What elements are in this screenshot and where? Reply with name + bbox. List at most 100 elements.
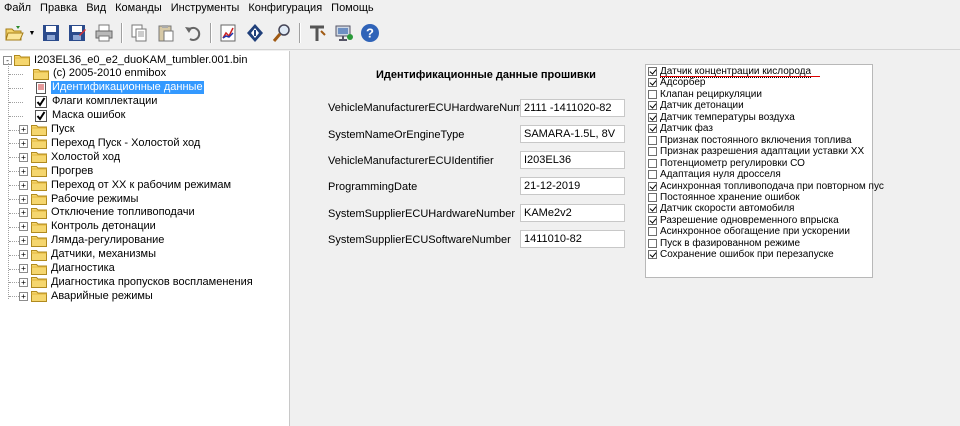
flag-item[interactable]: Потенциометр регулировки СО [648, 158, 805, 169]
menu-view[interactable]: Вид [82, 0, 111, 16]
checkbox[interactable] [648, 215, 657, 225]
flag-item[interactable]: Адаптация нуля дросселя [648, 169, 781, 180]
help-icon[interactable]: ? [359, 22, 381, 44]
checkbox[interactable] [648, 135, 657, 145]
checkbox[interactable] [648, 89, 657, 99]
save-icon[interactable] [40, 22, 62, 44]
tree-item[interactable]: + Диагностика [19, 262, 116, 276]
flag-item[interactable]: Признак постоянного включения топлива [648, 135, 852, 146]
field-value[interactable]: SAMARA-1.5L, 8V [520, 125, 625, 143]
save-as-icon[interactable] [66, 22, 88, 44]
tree-item[interactable]: + Пуск [19, 123, 76, 137]
flag-item[interactable]: Постоянное хранение ошибок [648, 192, 800, 203]
tree-item[interactable]: Флаги комплектации [35, 95, 158, 109]
tree-item[interactable]: + Холостой ход [19, 150, 121, 164]
expand-icon[interactable]: + [19, 166, 28, 176]
tree-item[interactable]: + Датчики, механизмы [19, 248, 157, 262]
tree-item[interactable]: + Переход Пуск - Холостой ход [19, 136, 201, 150]
flag-label: Адсорбер [660, 77, 706, 89]
checkbox[interactable] [648, 67, 657, 76]
open-icon[interactable] [3, 22, 25, 44]
tree-item[interactable]: + Рабочие режимы [19, 192, 139, 206]
paste-icon[interactable] [155, 22, 177, 44]
checkbox[interactable] [648, 124, 657, 134]
tree-item[interactable]: + Аварийные режимы [19, 289, 154, 303]
tree-item[interactable]: + Диагностика пропусков воспламенения [19, 275, 254, 289]
menu-commands[interactable]: Команды [111, 0, 167, 16]
tree-item[interactable]: + Прогрев [19, 164, 94, 178]
tree-item[interactable]: Идентификационные данные [35, 81, 204, 95]
flag-item[interactable]: Разрешение одновременного впрыска [648, 215, 839, 226]
field-value[interactable]: KAMe2v2 [520, 204, 625, 222]
checkbox[interactable] [648, 170, 657, 180]
flag-item[interactable]: Признак разрешения адаптации уставки ХХ [648, 146, 864, 157]
checkbox[interactable] [648, 238, 657, 248]
flag-item[interactable]: Адсорбер [648, 77, 705, 88]
undo-icon[interactable] [182, 22, 204, 44]
expand-icon[interactable]: + [19, 264, 28, 273]
tree-item[interactable]: Маска ошибок [35, 109, 126, 123]
tools-icon[interactable] [306, 22, 328, 44]
expand-icon[interactable]: + [19, 125, 28, 134]
flag-item[interactable]: Сохранение ошибок при перезапуске [648, 249, 834, 260]
flag-item[interactable]: Датчик концентрации кислорода [648, 66, 812, 78]
field-value[interactable]: 21-12-2019 [520, 177, 625, 195]
chart-icon[interactable] [217, 22, 239, 44]
flag-item[interactable]: Клапан рециркуляции [648, 89, 762, 100]
checkbox[interactable] [648, 192, 657, 202]
menu-tools[interactable]: Инструменты [167, 0, 245, 16]
flag-item[interactable]: Пуск в фазированном режиме [648, 238, 800, 249]
menu-configuration[interactable]: Конфигурация [244, 0, 327, 16]
diamond-icon[interactable] [244, 22, 266, 44]
tree-item[interactable]: + Переход от ХХ к рабочим режимам [19, 178, 232, 192]
flag-item[interactable]: Датчик фаз [648, 123, 713, 134]
checkbox[interactable] [648, 78, 657, 88]
folder-icon [31, 138, 47, 150]
expand-icon[interactable]: + [19, 236, 28, 246]
expand-icon[interactable]: + [19, 250, 28, 260]
expand-icon[interactable]: + [19, 194, 28, 204]
checkbox[interactable] [648, 250, 657, 260]
expand-icon[interactable]: + [19, 208, 28, 218]
checkbox[interactable] [648, 101, 657, 111]
menu-edit[interactable]: Правка [36, 0, 82, 16]
checkbox[interactable] [648, 158, 657, 168]
checkbox[interactable] [648, 112, 657, 122]
connect-icon[interactable] [333, 22, 355, 44]
checkbox[interactable] [648, 147, 657, 157]
menu-help[interactable]: Помощь [327, 0, 379, 16]
expand-icon[interactable]: + [19, 277, 28, 287]
flag-item[interactable]: Асинхронное обогащение при ускорении [648, 226, 850, 237]
checkbox[interactable] [648, 204, 657, 214]
expand-icon[interactable]: + [19, 291, 28, 301]
flag-label: Датчик детонации [660, 100, 744, 112]
copy-icon[interactable] [128, 22, 150, 44]
tree-item[interactable]: + Лямда-регулирование [19, 234, 165, 248]
flag-item[interactable]: Датчик детонации [648, 100, 744, 111]
tree-guide-line [9, 87, 23, 89]
folder-icon [31, 166, 47, 178]
flag-item[interactable]: Датчик температуры воздуха [648, 112, 795, 123]
tree-root[interactable]: - I203EL36_e0_e2_duoKAM_tumbler.001.bin [3, 53, 248, 67]
tree-item[interactable]: + Контроль детонации [19, 220, 157, 234]
field-value[interactable]: I203EL36 [520, 151, 625, 169]
open-dropdown-icon[interactable]: ▼ [27, 22, 37, 44]
tree-item[interactable]: + Отключение топливоподачи [19, 206, 196, 220]
menu-file[interactable]: Файл [0, 0, 36, 16]
tree-item-label: Лямда-регулирование [51, 234, 165, 247]
field-value[interactable]: 2111 -1411020-82 [520, 99, 625, 117]
tree-item-label: Аварийные режимы [51, 289, 153, 302]
toolbar-separator [121, 23, 123, 43]
flag-item[interactable]: Датчик скорости автомобиля [648, 203, 794, 214]
checkbox[interactable] [648, 227, 657, 237]
search-icon[interactable] [271, 22, 293, 44]
flag-item[interactable]: Асинхронная топливоподача при повторном … [648, 181, 884, 192]
field-value[interactable]: 1411010-82 [520, 230, 625, 248]
print-icon[interactable] [93, 22, 115, 44]
expand-icon[interactable]: + [19, 222, 28, 232]
expand-icon[interactable]: + [19, 152, 28, 162]
expand-icon[interactable]: + [19, 180, 28, 190]
checkbox[interactable] [648, 181, 657, 191]
tree-item[interactable]: (c) 2005-2010 enmibox [33, 67, 167, 81]
expand-icon[interactable]: + [19, 138, 28, 148]
